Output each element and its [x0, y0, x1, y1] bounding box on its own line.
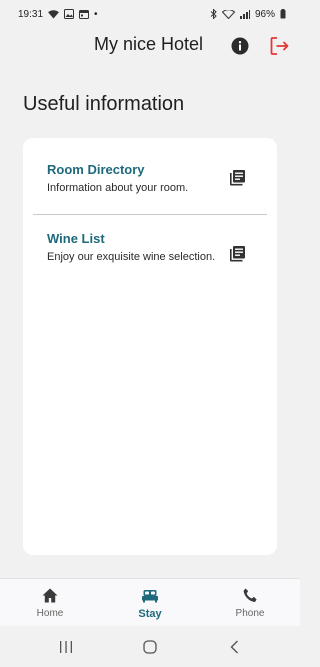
phone-icon — [240, 586, 260, 606]
home-icon — [40, 586, 60, 606]
library-books-icon — [227, 168, 247, 188]
info-card: Room Directory Information about your ro… — [23, 138, 277, 555]
info-item-description: Information about your room. — [47, 182, 189, 194]
bluetooth-icon — [210, 9, 217, 19]
system-nav-bar — [0, 626, 300, 667]
nav-label: Stay — [138, 608, 162, 620]
info-item-room-directory[interactable]: Room Directory Information about your ro… — [23, 138, 277, 215]
hotel-title: My nice Hotel — [94, 34, 204, 54]
status-bar: 19:31 • 96% — [0, 0, 300, 28]
info-icon — [231, 37, 249, 55]
status-right: 96% — [210, 9, 286, 20]
page-title: Useful information — [23, 93, 185, 115]
info-item-wine-list[interactable]: Wine List Enjoy our exquisite wine selec… — [23, 215, 277, 295]
notification-dot: • — [94, 8, 98, 20]
status-time: 19:31 — [18, 8, 44, 20]
status-left: 19:31 • — [18, 9, 98, 20]
wifi-icon — [48, 9, 59, 19]
battery-icon — [280, 9, 286, 19]
info-button[interactable] — [230, 36, 250, 56]
nav-stay[interactable]: Stay — [100, 579, 200, 626]
nav-home[interactable]: Home — [0, 579, 100, 626]
back-chevron-icon — [230, 640, 238, 654]
image-notification-icon — [64, 9, 75, 19]
signal-icon — [239, 9, 250, 19]
nav-label: Phone — [235, 608, 265, 619]
recents-icon — [60, 641, 72, 653]
back-button[interactable] — [226, 638, 244, 656]
nav-label: Home — [36, 608, 64, 619]
logout-icon — [270, 37, 289, 55]
calendar-notification-icon — [79, 9, 90, 19]
logout-button[interactable] — [268, 35, 290, 57]
home-system-button[interactable] — [141, 638, 159, 656]
bed-icon — [140, 586, 160, 606]
battery-level: 96% — [254, 8, 275, 20]
bottom-nav: Home Stay Phone — [0, 578, 300, 626]
home-circle-icon — [143, 640, 157, 654]
info-item-title: Room Directory — [47, 162, 145, 177]
library-books-icon — [227, 244, 247, 264]
app-header: My nice Hotel — [0, 28, 300, 64]
wifi-calling-icon — [221, 9, 235, 19]
info-item-description: Enjoy our exquisite wine selection. — [47, 251, 216, 263]
nav-phone[interactable]: Phone — [200, 579, 300, 626]
info-item-title: Wine List — [47, 231, 105, 246]
recents-button[interactable] — [57, 638, 75, 656]
